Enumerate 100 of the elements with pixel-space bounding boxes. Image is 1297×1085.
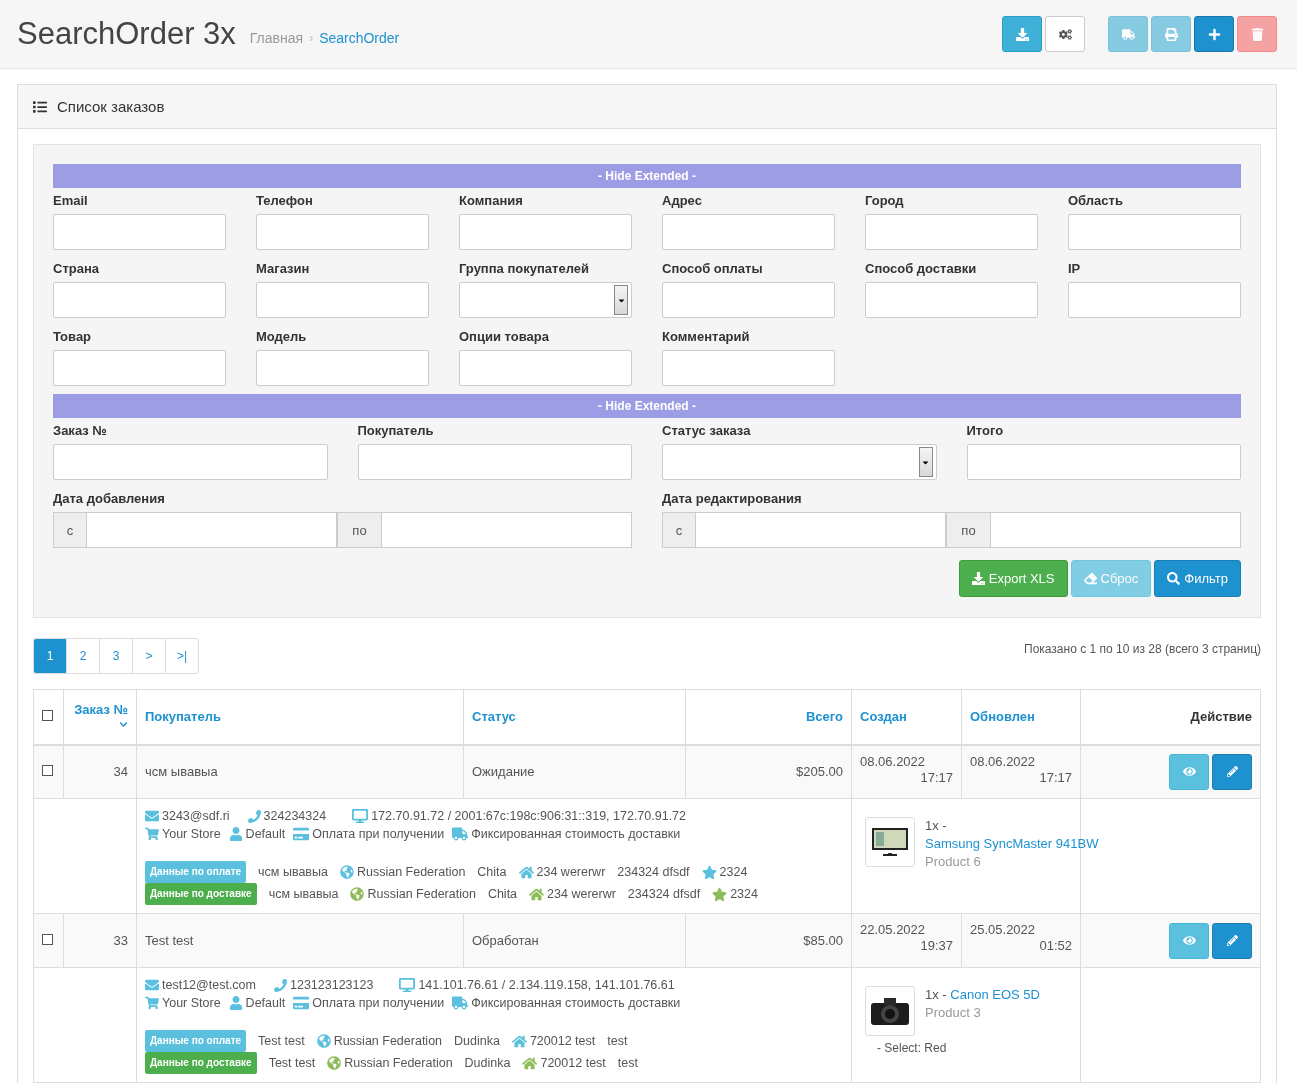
input-field[interactable]: [1068, 282, 1241, 318]
input-field[interactable]: [966, 444, 1241, 480]
field-label: Товар: [53, 329, 93, 344]
extended-toggle[interactable]: - Hide Extended -: [53, 164, 1241, 188]
credit-card-icon: [293, 995, 310, 1011]
gears-icon: [1058, 27, 1072, 41]
store-text: Your Store: [162, 826, 221, 843]
edit-button[interactable]: [1212, 922, 1252, 959]
date-text: 08.06.2022: [860, 753, 927, 769]
filter-button[interactable]: Фильтр: [1154, 560, 1241, 597]
product-link[interactable]: Canon EOS 5D: [950, 987, 1040, 1002]
column-sort-link[interactable]: Покупатель: [145, 709, 221, 725]
add-button[interactable]: [1194, 16, 1234, 52]
column-sort-link[interactable]: Обновлен: [970, 709, 1035, 725]
select-field[interactable]: [662, 444, 937, 480]
email-text: 3243@sdf.ri: [162, 808, 230, 825]
input-field[interactable]: [1068, 214, 1241, 250]
input-field[interactable]: [662, 350, 835, 386]
input-field[interactable]: [53, 282, 226, 318]
input-field[interactable]: [865, 214, 1038, 250]
date-field[interactable]: [87, 512, 337, 548]
view-button[interactable]: [1169, 922, 1209, 959]
table-cell: 33: [113, 933, 128, 948]
pagination-summary: Показано с 1 по 10 из 28 (всего 3 страниц): [1024, 642, 1261, 656]
date-text: 25.05.2022: [970, 922, 1037, 937]
input-field[interactable]: [53, 214, 226, 250]
breadcrumb-link[interactable]: SearchOrder: [319, 30, 400, 46]
extended-toggle[interactable]: - Hide Extended -: [53, 394, 1241, 418]
camera-drawing: [870, 996, 910, 1026]
page-link[interactable]: 1: [33, 638, 67, 674]
city-text: Dudinka: [454, 1033, 500, 1050]
product-text: 1x - Samsung SyncMaster 941BW: [925, 817, 1099, 853]
reset-button[interactable]: Сброс: [1070, 560, 1152, 597]
field-label: Комментарий: [662, 329, 751, 344]
field-label: Статус заказа: [662, 423, 752, 438]
phone-icon: [247, 809, 261, 823]
checkbox[interactable]: [42, 710, 53, 722]
globe-icon: [316, 1034, 331, 1048]
select-field[interactable]: [459, 282, 632, 318]
column-sort-link[interactable]: Всего: [805, 709, 843, 725]
input-addon: с: [53, 512, 87, 548]
input-field[interactable]: [662, 282, 835, 318]
time-text: 17:17: [1038, 769, 1072, 785]
date-field[interactable]: [382, 512, 632, 548]
input-field[interactable]: [53, 350, 226, 386]
input-field[interactable]: [357, 444, 632, 480]
table-cell: Ожидание: [472, 764, 535, 780]
shipping-method-text: Фиксированная стоимость доставки: [471, 995, 681, 1012]
table-cell: чсм ывавыа: [145, 764, 218, 780]
address-name: чсм ывавыа: [258, 864, 328, 881]
table-cell: 34: [113, 764, 128, 780]
country-text: Russian Federation: [367, 886, 476, 903]
address-text: 720012 test: [540, 1055, 606, 1072]
time-text: 19:37: [919, 938, 953, 953]
address-name: Test test: [258, 1033, 305, 1050]
page-link[interactable]: >: [132, 638, 166, 674]
settings-button[interactable]: [1045, 16, 1085, 52]
page-link[interactable]: >|: [165, 638, 199, 674]
input-field[interactable]: [459, 214, 632, 250]
input-field[interactable]: [256, 282, 429, 318]
input-field[interactable]: [865, 282, 1038, 318]
list-icon: [33, 99, 47, 114]
user-icon: [228, 827, 243, 841]
city-text: Chita: [487, 886, 518, 903]
field-label: Дата добавления: [53, 491, 166, 506]
address-badge: Данные по доставке: [145, 883, 257, 905]
customer-group-text: Default: [245, 995, 286, 1012]
shipping-method-text: Фиксированная стоимость доставки: [471, 826, 681, 843]
column-sort-link[interactable]: Статус: [472, 709, 516, 725]
page-link[interactable]: 2: [66, 638, 100, 674]
field-label: Email: [53, 193, 89, 208]
chevron-down-icon: [119, 719, 128, 729]
edit-button[interactable]: [1212, 753, 1252, 790]
checkbox[interactable]: [42, 934, 53, 945]
payment-method-text: Оплата при получении: [312, 826, 445, 843]
home-icon: [522, 1055, 538, 1071]
city-text: Chita: [477, 864, 507, 881]
time-text: 17:17: [919, 769, 953, 785]
input-field[interactable]: [662, 214, 835, 250]
field-label: Опции товара: [459, 329, 550, 344]
input-field[interactable]: [256, 350, 429, 386]
home-icon: [529, 886, 545, 902]
page-link[interactable]: 3: [99, 638, 133, 674]
input-field[interactable]: [459, 350, 632, 386]
product-link[interactable]: Samsung SyncMaster 941BW: [925, 836, 1099, 851]
column-sort-link[interactable]: Создан: [860, 709, 907, 725]
date-field[interactable]: [696, 512, 946, 548]
view-button[interactable]: [1169, 753, 1209, 790]
input-field[interactable]: [256, 214, 429, 250]
address-badge: Данные по оплате: [145, 1030, 247, 1052]
breadcrumb-link[interactable]: Главная: [249, 30, 304, 46]
product-option: - Select: Red: [877, 1041, 1072, 1055]
checkbox[interactable]: [42, 765, 53, 777]
field-label: Страна: [53, 261, 100, 276]
product-model: Product 3: [925, 1004, 982, 1022]
export-button[interactable]: Export XLS: [958, 560, 1068, 597]
input-addon: по: [337, 512, 382, 548]
date-field[interactable]: [991, 512, 1241, 548]
address-name: Test test: [268, 1055, 316, 1072]
input-field[interactable]: [53, 444, 328, 480]
